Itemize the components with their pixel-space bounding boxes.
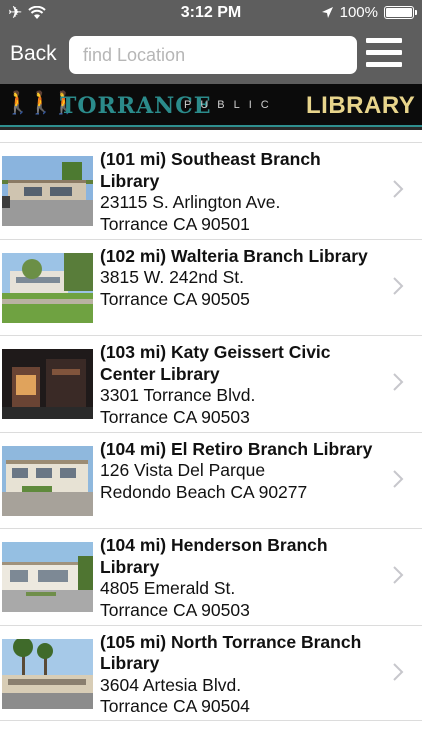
chevron-right-icon: [393, 180, 404, 198]
location-name: (103 mi) Katy Geissert Civic Center Libr…: [100, 342, 331, 384]
status-bar: ✈ 3:12 PM 100%: [0, 0, 422, 28]
chevron-right-icon: [393, 276, 404, 295]
location-city: Torrance CA 90503: [100, 406, 250, 427]
location-arrow-icon: [321, 7, 333, 18]
location-list: (101 mi) Southeast Branch Library 23115 …: [0, 142, 422, 721]
banner-library: LIBRARY: [306, 92, 416, 119]
library-banner: 🚶🚶🚶 TORRANCE PUBLIC LIBRARY: [0, 84, 422, 130]
location-street: 3301 Torrance Blvd.: [100, 385, 256, 405]
location-name: (104 mi) El Retiro Branch Library: [100, 438, 373, 459]
location-city: Torrance CA 90504: [100, 696, 250, 716]
battery-icon: [384, 6, 417, 19]
location-street: 126 Vista Del Parque: [100, 460, 266, 480]
top-bar: ✈ 3:12 PM 100% Back: [0, 0, 422, 84]
location-row[interactable]: (102 mi) Walteria Branch Library 3815 W.…: [0, 238, 422, 336]
chevron-right-icon: [393, 469, 404, 488]
location-name: (102 mi) Walteria Branch Library: [100, 245, 368, 266]
location-city: Torrance CA 90503: [100, 599, 250, 620]
branch-photo: [2, 252, 93, 323]
location-row[interactable]: (103 mi) Katy Geissert Civic Center Libr…: [0, 335, 422, 432]
location-name: (105 mi) North Torrance Branch Library: [100, 631, 362, 674]
location-city: Torrance CA 90505: [100, 288, 250, 309]
chevron-right-icon: [393, 566, 404, 584]
location-row[interactable]: (104 mi) El Retiro Branch Library 126 Vi…: [0, 431, 422, 529]
branch-photo: [2, 445, 93, 516]
branch-photo: [2, 349, 93, 419]
branch-photo: [2, 156, 93, 226]
location-text: (104 mi) El Retiro Branch Library 126 Vi…: [100, 439, 380, 504]
status-right: 100%: [321, 4, 417, 21]
location-name: (101 mi) Southeast Branch Library: [100, 149, 321, 191]
banner-divider: [0, 125, 422, 127]
location-street: 3815 W. 242nd St.: [100, 267, 244, 287]
battery-percent: 100%: [339, 4, 378, 21]
location-row[interactable]: (105 mi) North Torrance Branch Library 3…: [0, 624, 422, 721]
branch-photo: [2, 542, 93, 612]
location-text: (102 mi) Walteria Branch Library 3815 W.…: [100, 246, 380, 311]
location-name: (104 mi) Henderson Branch Library: [100, 535, 328, 577]
location-street: 3604 Artesia Blvd.: [100, 674, 242, 695]
chevron-right-icon: [393, 662, 404, 681]
branch-photo: [2, 638, 93, 709]
location-row[interactable]: (104 mi) Henderson Branch Library 4805 E…: [0, 528, 422, 625]
nav-bar: Back: [0, 30, 422, 84]
search-input[interactable]: [69, 36, 357, 74]
location-city: Redondo Beach CA 90277: [100, 481, 308, 502]
location-street: 4805 Emerald St.: [100, 578, 236, 598]
location-text: (105 mi) North Torrance Branch Library 3…: [100, 632, 380, 718]
location-text: (104 mi) Henderson Branch Library 4805 E…: [100, 535, 380, 621]
location-text: (101 mi) Southeast Branch Library 23115 …: [100, 149, 380, 235]
chevron-right-icon: [393, 373, 404, 391]
hamburger-menu-icon[interactable]: [366, 38, 402, 72]
location-text: (103 mi) Katy Geissert Civic Center Libr…: [100, 342, 380, 428]
banner-public: PUBLIC: [184, 99, 278, 111]
location-street: 23115 S. Arlington Ave.: [100, 192, 281, 212]
location-row[interactable]: (101 mi) Southeast Branch Library 23115 …: [0, 142, 422, 239]
back-button[interactable]: Back: [10, 42, 57, 66]
location-city: Torrance CA 90501: [100, 213, 250, 234]
